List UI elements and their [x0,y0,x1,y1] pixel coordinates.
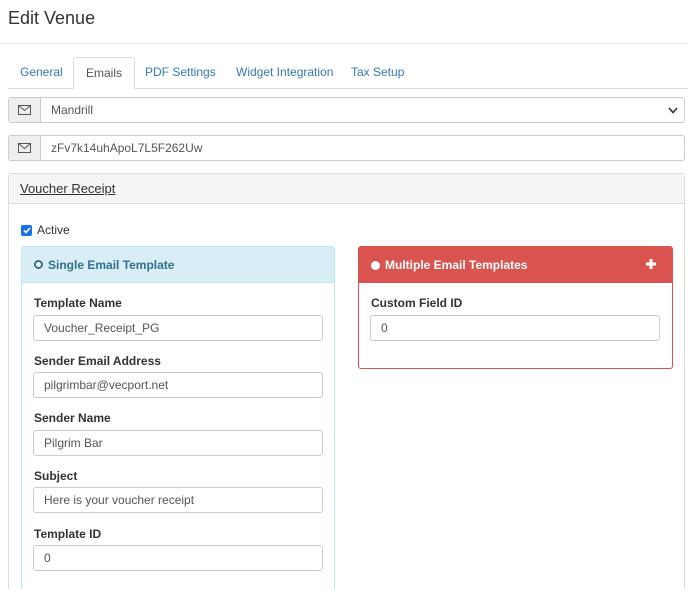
api-key-addon [9,136,41,160]
sender-email-input[interactable]: pilgrimbar@vecport.net [33,372,323,398]
api-key-value: zFv7k14uhApoL7L5F262Uw [51,141,203,155]
tab-tax-setup[interactable]: Tax Setup [339,57,416,89]
multiple-email-templates-label: Multiple Email Templates [385,258,528,272]
template-name-input[interactable]: Voucher_Receipt_PG [33,315,323,341]
active-checkbox[interactable] [21,224,32,236]
voucher-receipt-title[interactable]: Voucher Receipt [20,181,115,196]
tab-emails[interactable]: Emails [73,57,136,90]
tab-general[interactable]: General [8,57,75,89]
page-title: Edit Venue [8,8,96,28]
title-divider [0,43,688,44]
tab-pdf-settings[interactable]: PDF Settings [133,57,228,89]
active-label: Active [37,223,70,237]
plus-icon[interactable] [644,257,658,271]
email-provider-select[interactable]: Mandrill [8,97,685,123]
radio-unselected-icon[interactable] [371,260,380,270]
provider-selected-value: Mandrill [51,103,94,117]
custom-field-id-label: Custom Field ID [371,296,463,310]
chevron-down-icon[interactable] [662,98,684,122]
template-id-input[interactable]: 0 [33,545,323,571]
provider-addon [9,98,41,122]
tab-widget-integration[interactable]: Widget Integration [224,57,345,89]
check-icon [22,226,31,234]
sender-name-input[interactable]: Pilgrim Bar [33,430,323,456]
sender-name-label: Sender Name [34,411,111,425]
single-email-template-label: Single Email Template [48,257,175,272]
radio-selected-icon[interactable] [34,260,43,269]
multiple-email-templates-option[interactable]: Multiple Email Templates [359,247,672,283]
envelope-icon [18,143,31,153]
template-id-label: Template ID [34,527,102,541]
single-email-template-option[interactable]: Single Email Template [22,247,334,283]
active-checkbox-row[interactable]: Active [21,223,70,237]
sender-email-label: Sender Email Address [34,354,161,368]
subject-label: Subject [34,469,78,483]
custom-field-id-input[interactable]: 0 [370,315,660,341]
template-name-label: Template Name [34,296,122,310]
envelope-icon [18,105,31,115]
voucher-receipt-heading[interactable]: Voucher Receipt [9,174,684,204]
api-key-field[interactable]: zFv7k14uhApoL7L5F262Uw [8,135,685,161]
subject-input[interactable]: Here is your voucher receipt [33,487,323,513]
tab-bar: General Emails PDF Settings Widget Integ… [8,57,688,90]
